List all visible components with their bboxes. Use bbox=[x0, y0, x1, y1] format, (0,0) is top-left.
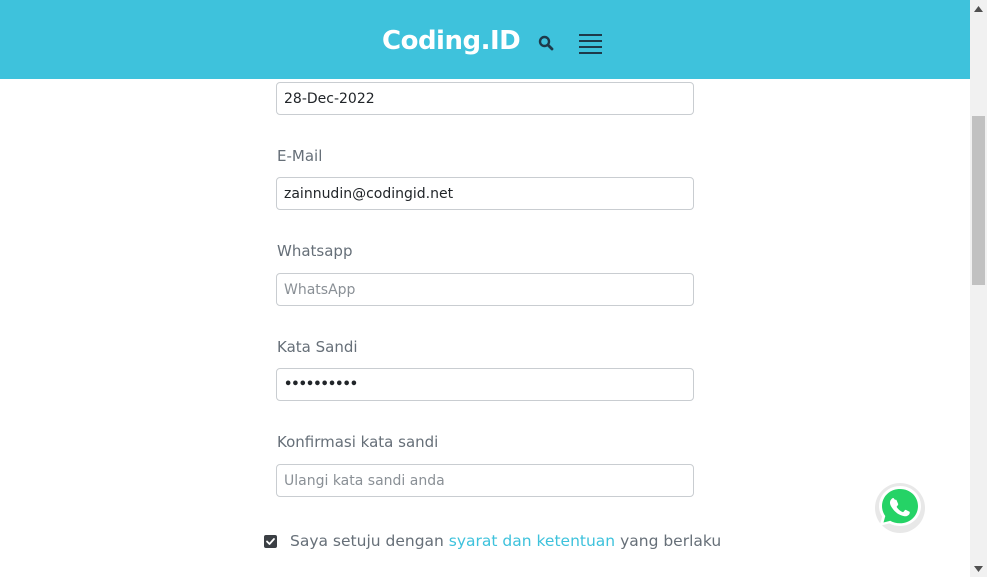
page-scrollbar[interactable] bbox=[970, 0, 987, 577]
terms-checkbox[interactable] bbox=[264, 534, 277, 548]
check-icon bbox=[266, 537, 275, 545]
scrollbar-thumb[interactable] bbox=[972, 116, 985, 285]
email-field[interactable] bbox=[276, 177, 694, 210]
site-logo[interactable]: Coding.ID bbox=[382, 24, 521, 58]
terms-agreement: Saya setuju dengan syarat dan ketentuan … bbox=[264, 531, 721, 551]
terms-text-after: yang berlaku bbox=[615, 532, 722, 550]
password-field[interactable] bbox=[276, 368, 694, 401]
password-label: Kata Sandi bbox=[277, 338, 358, 356]
terms-link[interactable]: syarat dan ketentuan bbox=[449, 532, 615, 550]
terms-text: Saya setuju dengan syarat dan ketentuan … bbox=[290, 532, 721, 550]
birth-date-field[interactable] bbox=[276, 82, 694, 115]
scroll-up-arrow-icon[interactable] bbox=[970, 0, 987, 17]
page: Coding.ID E-Mail Whatsapp Kata Sandi Kon… bbox=[0, 0, 987, 577]
terms-text-before: Saya setuju dengan bbox=[290, 532, 449, 550]
confirm-password-label: Konfirmasi kata sandi bbox=[277, 433, 439, 451]
whatsapp-label: Whatsapp bbox=[277, 242, 353, 260]
whatsapp-icon[interactable] bbox=[873, 480, 927, 534]
scroll-down-arrow-icon[interactable] bbox=[970, 560, 987, 577]
email-label: E-Mail bbox=[277, 147, 323, 165]
search-icon[interactable] bbox=[536, 33, 556, 53]
whatsapp-field[interactable] bbox=[276, 273, 694, 306]
hamburger-menu-icon[interactable] bbox=[579, 32, 603, 54]
registration-form: E-Mail Whatsapp Kata Sandi Konfirmasi ka… bbox=[0, 0, 970, 577]
top-navbar: Coding.ID bbox=[0, 0, 970, 79]
confirm-password-field[interactable] bbox=[276, 464, 694, 497]
